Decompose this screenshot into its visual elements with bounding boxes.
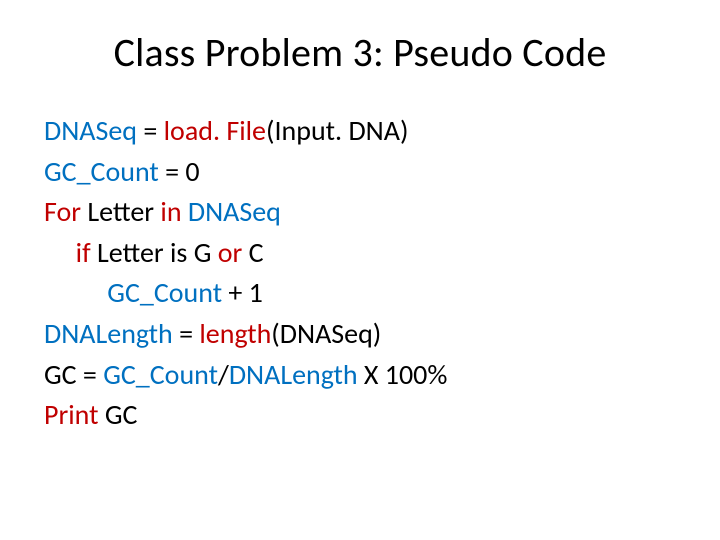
- var-dnaseq: DNASeq: [44, 113, 137, 148]
- kw-or: or: [218, 235, 249, 270]
- fn-length: length: [199, 316, 271, 351]
- var-gccount: GC_Count: [44, 154, 159, 189]
- text: (Input. DNA): [266, 113, 408, 148]
- code-line-5: GC_Count + 1: [44, 273, 676, 314]
- code-line-4: if Letter is G or C: [44, 233, 676, 274]
- code-line-8: Print GC: [44, 395, 676, 436]
- text: + 1: [222, 275, 263, 310]
- code-line-3: For Letter in DNASeq: [44, 192, 676, 233]
- text: X 100%: [358, 357, 448, 392]
- text: =: [173, 316, 200, 351]
- var-dnaseq: DNASeq: [188, 194, 281, 229]
- code-line-6: DNALength = length(DNASeq): [44, 314, 676, 355]
- text: GC: [98, 397, 137, 432]
- slide-title: Class Problem 3: Pseudo Code: [44, 28, 676, 77]
- var-dnalength: DNALength: [44, 316, 173, 351]
- fn-loadfile: load. File: [164, 113, 266, 148]
- text: =: [137, 113, 164, 148]
- var-gccount: GC_Count: [44, 275, 222, 310]
- text: Letter is G: [97, 235, 218, 270]
- var-dnalength: DNALength: [229, 357, 358, 392]
- code-line-2: GC_Count = 0: [44, 152, 676, 193]
- slide: Class Problem 3: Pseudo Code DNASeq = lo…: [0, 0, 720, 540]
- text: GC =: [44, 357, 103, 392]
- code-line-7: GC = GC_Count/DNALength X 100%: [44, 355, 676, 396]
- code-line-1: DNASeq = load. File(Input. DNA): [44, 111, 676, 152]
- kw-print: Print: [44, 397, 98, 432]
- var-gccount: GC_Count: [103, 357, 218, 392]
- text: /: [218, 357, 229, 392]
- kw-in: in: [160, 194, 187, 229]
- pseudocode-block: DNASeq = load. File(Input. DNA) GC_Count…: [44, 111, 676, 436]
- text: C: [249, 235, 264, 270]
- kw-if: if: [44, 235, 97, 270]
- var-letter: Letter: [87, 194, 160, 229]
- kw-for: For: [44, 194, 87, 229]
- text: = 0: [159, 154, 200, 189]
- text: (DNASeq): [271, 316, 381, 351]
